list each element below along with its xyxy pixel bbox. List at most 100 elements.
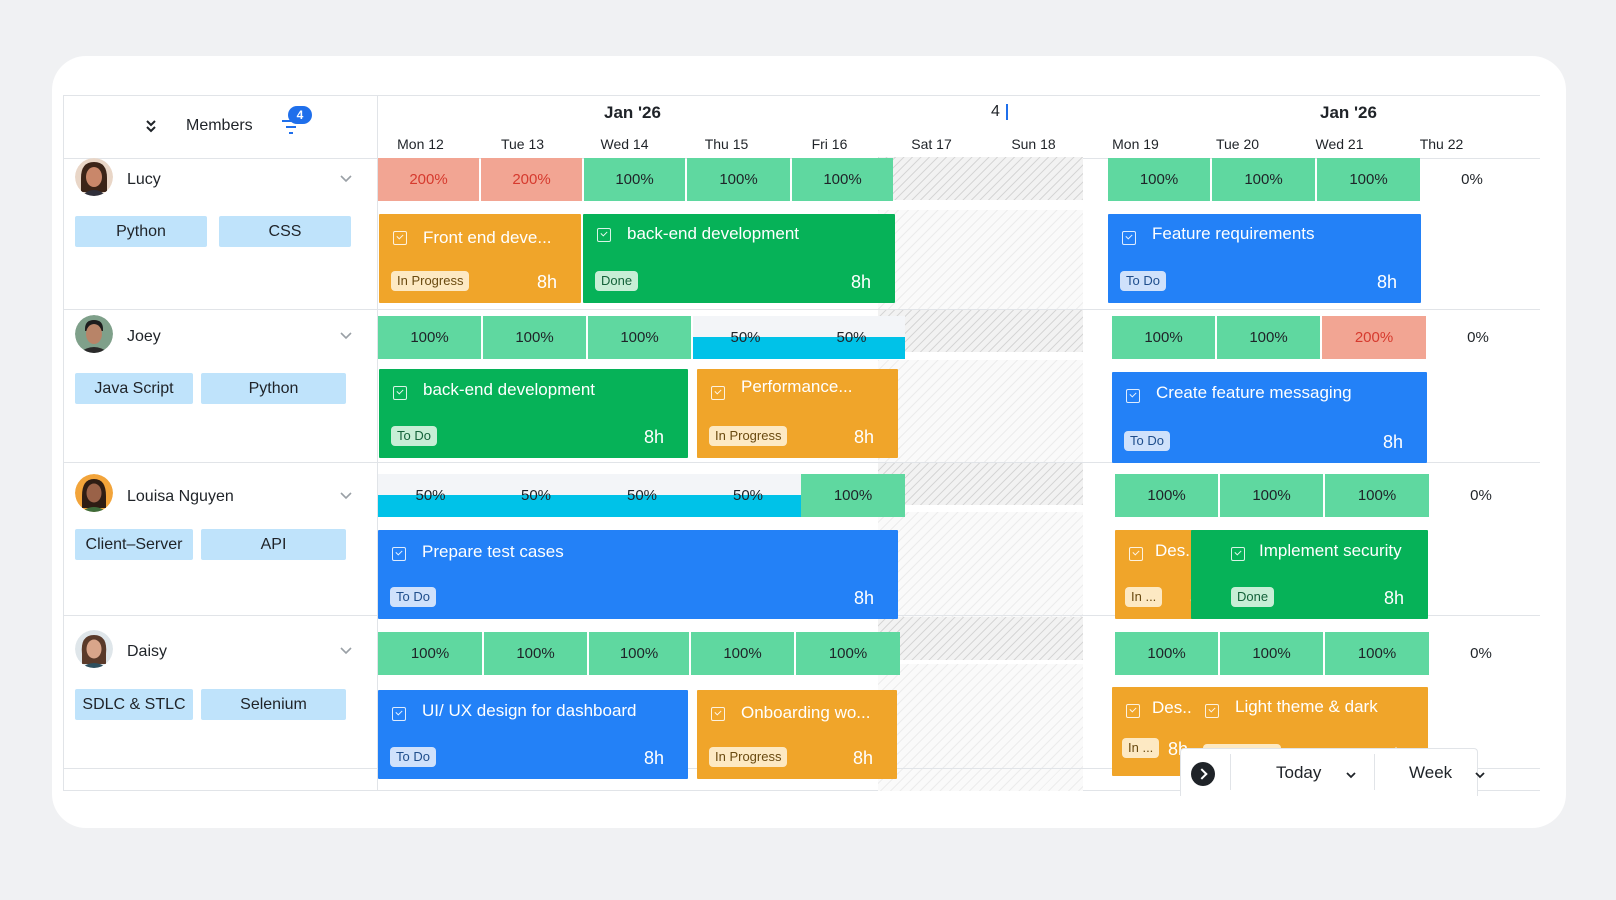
load-cell: 0% bbox=[1467, 329, 1489, 346]
load-cell: 100% bbox=[796, 632, 900, 675]
task-bar[interactable]: UI/ UX design for dashboard To Do 8h bbox=[378, 690, 688, 779]
chevron-down-icon[interactable] bbox=[1475, 770, 1485, 780]
chevron-down-icon[interactable] bbox=[339, 331, 353, 341]
status-badge: To Do bbox=[1124, 431, 1170, 451]
weekend-load bbox=[878, 309, 1083, 352]
chevron-down-icon[interactable] bbox=[339, 491, 353, 501]
load-cell: 100% bbox=[1108, 158, 1210, 201]
task-bar[interactable]: Performance... In Progress 8h bbox=[697, 369, 898, 458]
load-cell: 100% bbox=[1115, 632, 1218, 675]
task-name: Create feature messaging bbox=[1156, 383, 1352, 402]
weekend-load bbox=[878, 617, 1083, 660]
member-name: Daisy bbox=[127, 643, 168, 660]
month-label: Jan '26 bbox=[1320, 103, 1377, 122]
load-value: 50% bbox=[730, 329, 761, 346]
divider bbox=[1230, 754, 1231, 790]
task-name: back-end development bbox=[423, 380, 596, 399]
load-cell: 50% bbox=[589, 474, 695, 517]
status-badge: To Do bbox=[391, 426, 437, 446]
skill-tag: API bbox=[201, 529, 346, 560]
divider bbox=[1374, 754, 1375, 790]
task-bar[interactable]: back-end development To Do 8h bbox=[379, 369, 688, 458]
task-hours: 8h bbox=[1383, 588, 1404, 608]
task-bar[interactable]: Implement security Done 8h bbox=[1191, 530, 1428, 619]
avatar bbox=[75, 474, 113, 512]
task-name: Des... bbox=[1155, 541, 1196, 560]
load-cell: 50% bbox=[483, 474, 589, 517]
task-icon bbox=[711, 707, 725, 721]
status-badge: To Do bbox=[1120, 271, 1166, 291]
avatar bbox=[75, 630, 113, 668]
task-icon bbox=[392, 707, 406, 721]
status-badge: To Do bbox=[390, 747, 436, 767]
chevron-down-icon[interactable] bbox=[339, 174, 353, 184]
weekend-area bbox=[878, 512, 1083, 618]
task-bar[interactable]: Feature requirements To Do 8h bbox=[1108, 214, 1421, 303]
load-cell: 100% bbox=[378, 632, 482, 675]
load-cell: 100% bbox=[1217, 316, 1320, 359]
member-name: Louisa Nguyen bbox=[127, 488, 234, 505]
load-cell: 100% bbox=[1325, 632, 1429, 675]
load-cell: 0% bbox=[1470, 645, 1492, 662]
task-name: Des... bbox=[1152, 698, 1194, 717]
load-cell: 0% bbox=[1470, 487, 1492, 504]
load-cell: 100% bbox=[1325, 474, 1429, 517]
load-cell: 100% bbox=[1115, 474, 1218, 517]
next-arrow-icon[interactable] bbox=[1191, 762, 1215, 786]
day-header: Fri 16 bbox=[811, 136, 848, 152]
task-name: Feature requirements bbox=[1152, 224, 1315, 243]
task-name: UI/ UX design for dashboard bbox=[422, 701, 637, 720]
task-name: Onboarding wo... bbox=[741, 703, 871, 722]
skill-tag: CSS bbox=[219, 216, 351, 247]
task-name: Light theme & dark bbox=[1235, 697, 1378, 716]
weekend-area bbox=[878, 210, 1083, 309]
row-divider bbox=[63, 309, 1540, 310]
week-marker bbox=[1006, 104, 1008, 120]
load-value: 50% bbox=[836, 329, 867, 346]
load-cell: 100% bbox=[1212, 158, 1315, 201]
task-name: back-end development bbox=[627, 224, 800, 243]
status-badge: In ... bbox=[1125, 587, 1163, 607]
task-bar[interactable]: Create feature messaging To Do 8h bbox=[1112, 372, 1427, 463]
task-hours: 8h bbox=[853, 427, 874, 447]
task-hours: 8h bbox=[1376, 272, 1397, 292]
load-cell: 50% bbox=[798, 316, 905, 359]
today-button[interactable]: Today bbox=[1276, 763, 1321, 783]
task-bar[interactable]: Prepare test cases To Do 8h bbox=[378, 530, 898, 619]
task-hours: 8h bbox=[643, 748, 664, 768]
collapse-all-icon[interactable] bbox=[143, 117, 159, 135]
task-name: Front end deve... bbox=[423, 228, 552, 247]
task-hours: 8h bbox=[850, 272, 871, 292]
task-bar[interactable]: Des... In ... 8 bbox=[1115, 530, 1196, 619]
chevron-down-icon[interactable] bbox=[1346, 770, 1356, 780]
day-header: Sat 17 bbox=[911, 136, 952, 152]
task-bar[interactable]: Front end deve... In Progress 8h bbox=[379, 214, 581, 303]
load-cell: 100% bbox=[801, 474, 905, 517]
status-badge: Done bbox=[1231, 587, 1275, 607]
task-hours: 8h bbox=[853, 588, 874, 608]
task-name: Implement security bbox=[1259, 541, 1402, 560]
weekend-area bbox=[878, 664, 1083, 791]
task-hours: 8h bbox=[536, 272, 557, 292]
task-icon bbox=[393, 386, 407, 400]
status-badge: In Progress bbox=[709, 747, 788, 767]
day-header: Thu 15 bbox=[704, 136, 749, 152]
load-cell: 100% bbox=[687, 158, 790, 201]
day-header: Sun 18 bbox=[1011, 136, 1056, 152]
load-cell: 100% bbox=[1220, 474, 1323, 517]
load-cell: 100% bbox=[589, 632, 689, 675]
status-badge: In ... bbox=[1122, 738, 1160, 758]
view-select[interactable]: Week bbox=[1409, 763, 1452, 783]
load-cell: 100% bbox=[1317, 158, 1420, 201]
task-icon bbox=[1129, 547, 1143, 561]
avatar bbox=[75, 315, 113, 353]
load-cell: 100% bbox=[1220, 632, 1323, 675]
task-bar[interactable]: Onboarding wo... In Progress 8h bbox=[697, 690, 897, 779]
task-hours: 8h bbox=[643, 427, 664, 447]
load-cell: 100% bbox=[1112, 316, 1215, 359]
chevron-down-icon[interactable] bbox=[339, 646, 353, 656]
task-bar[interactable]: back-end development Done 8h bbox=[583, 214, 895, 303]
load-cell: 100% bbox=[484, 632, 587, 675]
status-badge: Done bbox=[595, 271, 639, 291]
day-header: Tue 13 bbox=[500, 136, 545, 152]
